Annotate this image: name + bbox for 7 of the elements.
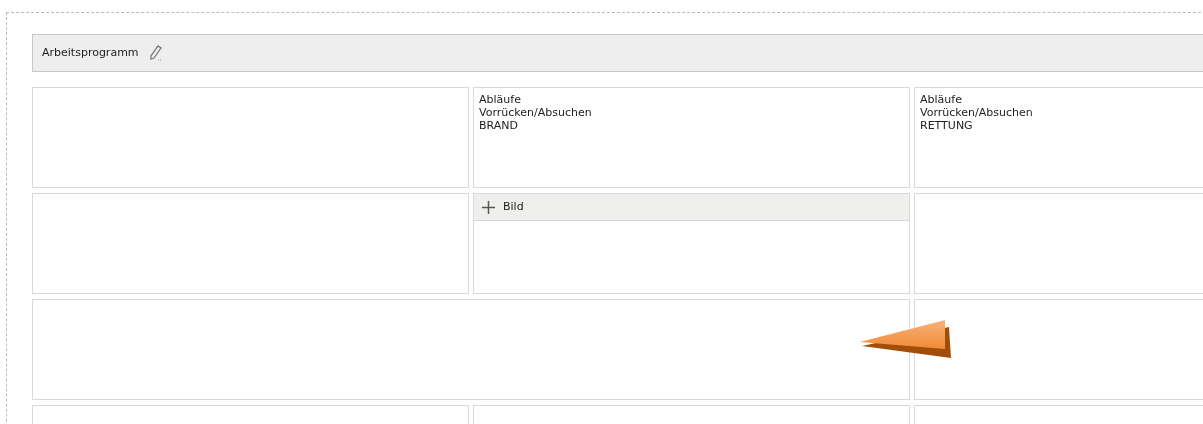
plus-icon [482, 200, 495, 214]
pointer-arrow-icon [859, 319, 954, 360]
cell-text: Abläufe Vorrücken/Absuchen RETTUNG [920, 93, 1034, 132]
pencil-icon[interactable] [148, 45, 163, 61]
add-image-button[interactable]: Bild [474, 194, 909, 221]
section-title: Arbeitsprogramm [42, 44, 139, 61]
cell-text: Abläufe Vorrücken/Absuchen BRAND [479, 93, 593, 132]
